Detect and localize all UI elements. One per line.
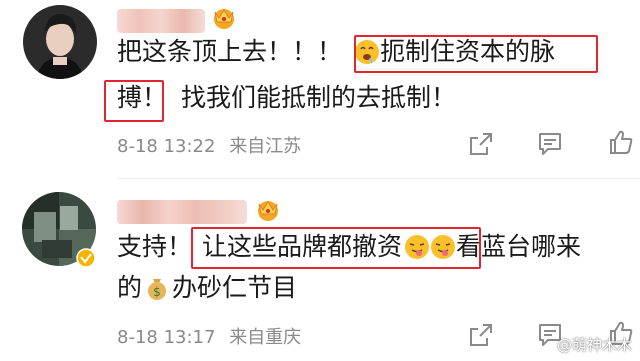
comment-item: 支持！ 让这些品牌都撤资 看蓝台哪来 的 $ 办砂仁节目 8-18 13:17 … <box>0 0 640 348</box>
comment-text: 的 <box>117 273 143 302</box>
comment-text-line-2: 的 $ 办砂仁节目 <box>117 271 297 305</box>
ip-location: 来自重庆 <box>229 327 302 348</box>
comment-meta: 8-18 13:17 来自重庆 <box>117 323 301 349</box>
svg-text:$: $ <box>153 285 161 299</box>
comment-text: 办砂仁节目 <box>172 273 298 302</box>
crown-badge-icon <box>258 201 278 221</box>
highlight-box <box>191 227 481 269</box>
timestamp: 8-18 13:17 <box>117 327 216 348</box>
money-bag-emoji-icon: $ <box>148 279 167 300</box>
share-icon[interactable] <box>467 321 495 349</box>
watermark: @萌神木木 <box>556 336 632 354</box>
username-blurred[interactable] <box>117 200 247 224</box>
comment-text: 支持！ <box>117 232 193 261</box>
verified-badge-icon <box>76 248 96 268</box>
